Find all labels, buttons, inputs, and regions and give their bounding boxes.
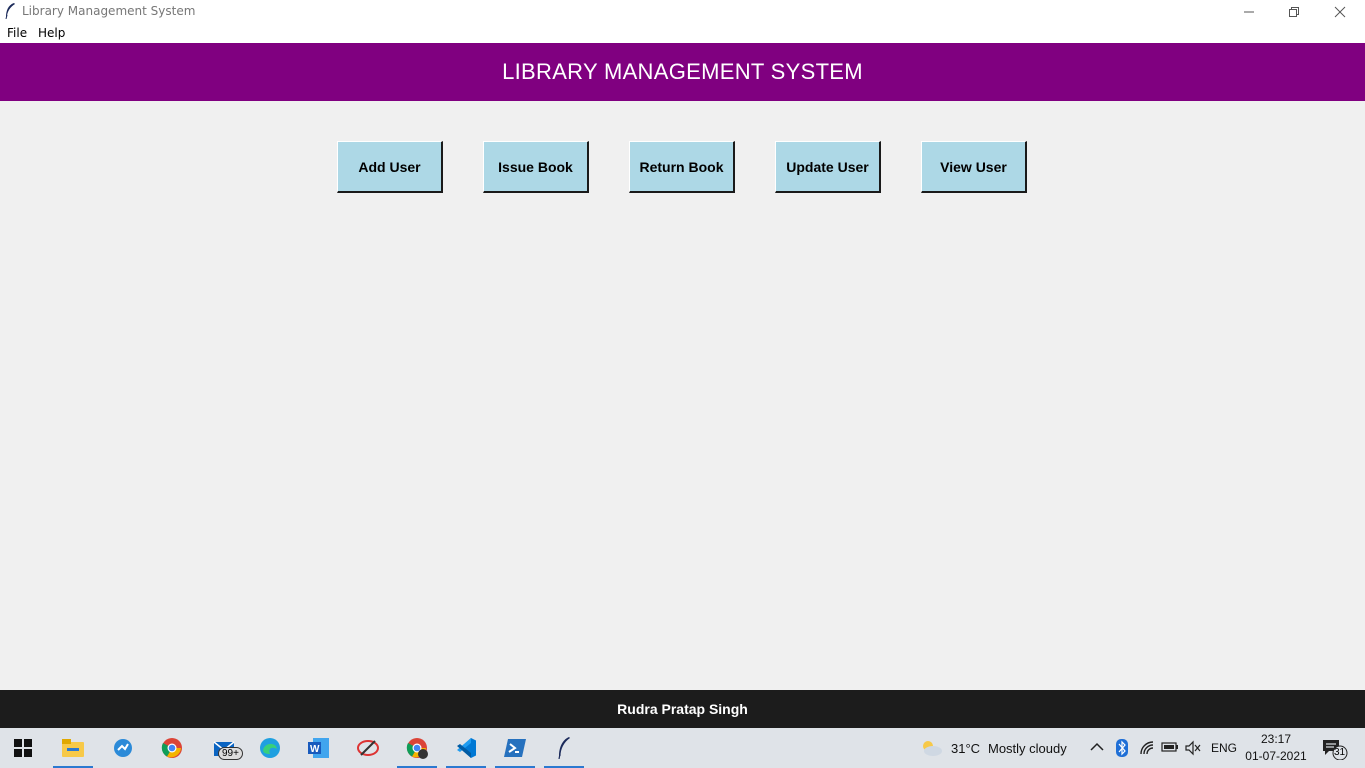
volume-muted-icon[interactable] bbox=[1185, 740, 1201, 756]
taskbar-vscode[interactable] bbox=[446, 728, 486, 768]
weather-cloud-icon bbox=[923, 741, 942, 756]
file-explorer-icon bbox=[62, 739, 84, 757]
view-user-button[interactable]: View User bbox=[921, 141, 1027, 193]
mail-badge: 99+ bbox=[218, 747, 243, 760]
header-banner: LIBRARY MANAGEMENT SYSTEM bbox=[0, 43, 1365, 101]
close-icon bbox=[1334, 6, 1346, 17]
title-bar: Library Management System bbox=[0, 0, 1365, 23]
taskbar-powershell[interactable] bbox=[495, 728, 535, 768]
snipping-tool-icon bbox=[357, 740, 379, 756]
clock-date: 01-07-2021 bbox=[1245, 749, 1307, 763]
svg-text:W: W bbox=[310, 744, 320, 755]
taskbar-file-explorer[interactable] bbox=[53, 728, 93, 768]
notification-center-button[interactable]: 31 bbox=[1320, 738, 1350, 761]
minimize-button[interactable] bbox=[1226, 0, 1272, 23]
chrome-icon bbox=[161, 738, 182, 758]
taskbar-snipping-tool[interactable] bbox=[348, 728, 388, 768]
bluetooth-icon[interactable] bbox=[1116, 739, 1128, 757]
edge-icon bbox=[260, 738, 280, 758]
author-name: Rudra Pratap Singh bbox=[617, 701, 748, 717]
taskbar-python-app[interactable] bbox=[544, 728, 584, 768]
restore-icon bbox=[1289, 6, 1299, 17]
feather-app-icon bbox=[5, 3, 15, 19]
add-user-button[interactable]: Add User bbox=[337, 141, 443, 193]
clock[interactable]: 23:17 01-07-2021 bbox=[1244, 731, 1308, 765]
taskbar-chrome-profile[interactable] bbox=[397, 728, 437, 768]
menu-file[interactable]: File bbox=[7, 26, 27, 40]
taskbar-chrome[interactable] bbox=[152, 728, 192, 768]
restore-button[interactable] bbox=[1271, 0, 1317, 23]
close-button[interactable] bbox=[1317, 0, 1363, 23]
word-icon: W bbox=[308, 738, 329, 758]
generic-app-icon bbox=[114, 739, 132, 757]
battery-icon[interactable] bbox=[1161, 741, 1179, 753]
minimize-icon bbox=[1244, 11, 1254, 12]
taskbar-word[interactable]: W bbox=[299, 728, 339, 768]
window-title: Library Management System bbox=[22, 4, 196, 18]
menu-bar: File Help bbox=[0, 23, 1365, 43]
update-user-button[interactable]: Update User bbox=[775, 141, 881, 193]
taskbar-mail[interactable]: 99+ bbox=[202, 728, 248, 768]
footer: Rudra Pratap Singh bbox=[0, 690, 1365, 728]
page-title: LIBRARY MANAGEMENT SYSTEM bbox=[502, 59, 863, 84]
clock-time: 23:17 bbox=[1260, 732, 1292, 746]
python-feather-icon bbox=[558, 737, 570, 759]
return-book-button[interactable]: Return Book bbox=[629, 141, 735, 193]
weather-temp[interactable]: 31°C bbox=[951, 741, 980, 756]
chevron-up-icon[interactable] bbox=[1090, 742, 1104, 752]
language-indicator[interactable]: ENG bbox=[1211, 741, 1237, 755]
menu-help[interactable]: Help bbox=[38, 26, 65, 40]
notification-count: 31 bbox=[1334, 747, 1346, 758]
issue-book-button[interactable]: Issue Book bbox=[483, 141, 589, 193]
chrome-profile-icon bbox=[406, 738, 428, 759]
vscode-icon bbox=[457, 738, 476, 758]
wifi-icon[interactable] bbox=[1139, 740, 1155, 756]
taskbar-app-2[interactable] bbox=[103, 728, 143, 768]
taskbar: 99+ W 31°C Mostly cloudy ENG 23:17 01-07… bbox=[0, 728, 1365, 768]
start-button[interactable] bbox=[3, 728, 43, 768]
taskbar-edge[interactable] bbox=[250, 728, 290, 768]
windows-start-icon bbox=[14, 739, 32, 757]
powershell-icon bbox=[504, 739, 526, 757]
weather-condition[interactable]: Mostly cloudy bbox=[988, 741, 1067, 756]
